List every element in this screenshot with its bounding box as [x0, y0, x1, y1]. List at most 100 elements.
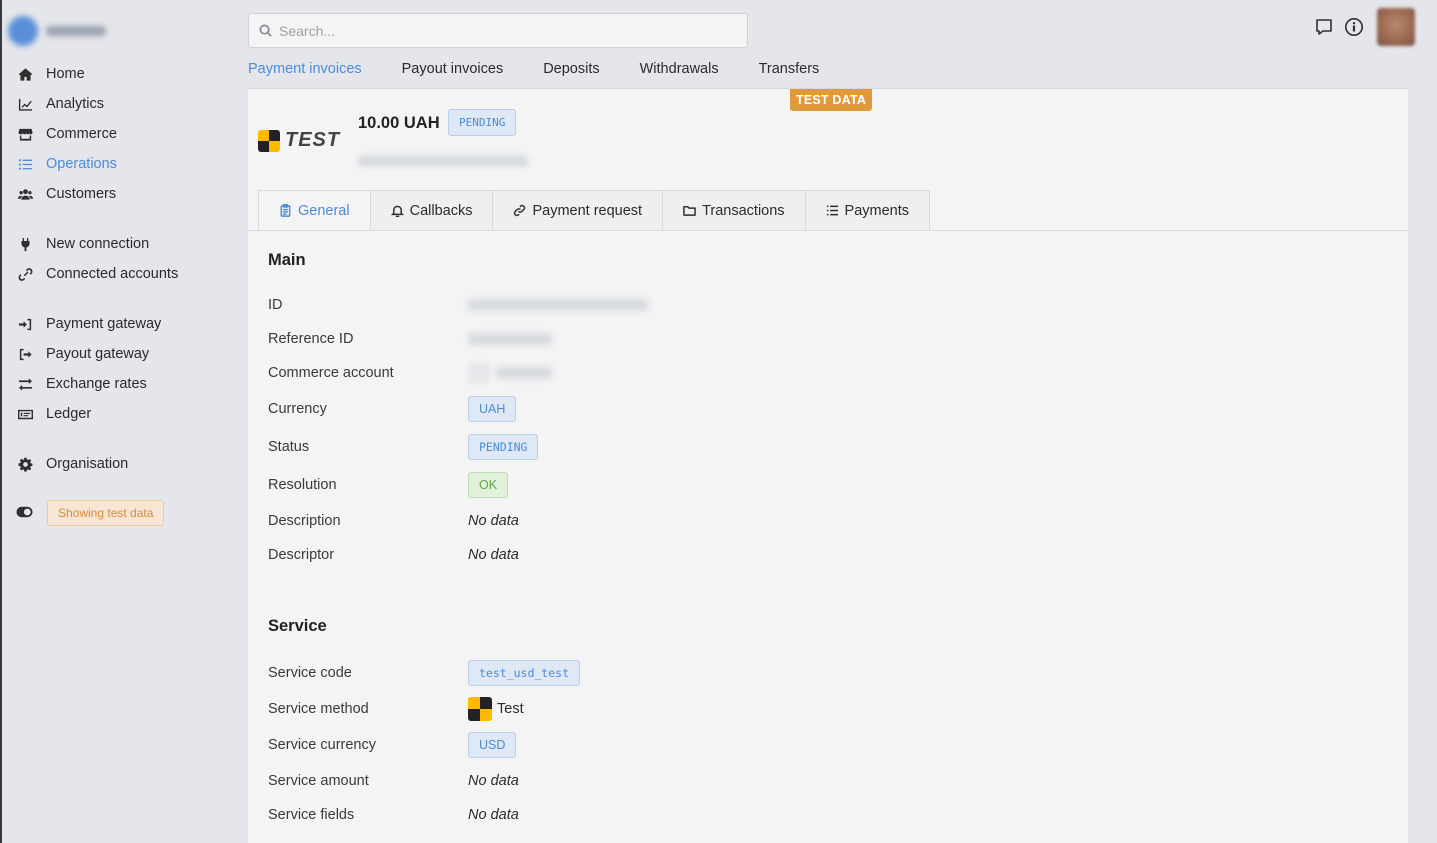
field-row-reference-id: Reference ID: [268, 324, 968, 354]
list-icon: [826, 205, 838, 216]
sidebar-item-exchange-rates[interactable]: Exchange rates: [16, 373, 147, 395]
field-value-description: No data: [468, 513, 519, 529]
tab-label: Transactions: [702, 202, 785, 219]
field-label: ID: [268, 297, 283, 313]
sidebar-item-home[interactable]: Home: [16, 63, 85, 85]
operations-tabs: Payment invoices Payout invoices Deposit…: [248, 56, 859, 90]
field-label: Resolution: [268, 477, 337, 493]
service-method-logo: [468, 697, 492, 721]
field-row-status: Status PENDING: [268, 432, 968, 462]
tab-label: Payment request: [532, 202, 643, 219]
sidebar-item-commerce[interactable]: Commerce: [16, 123, 117, 145]
tab-transfers[interactable]: Transfers: [759, 56, 820, 90]
field-label: Service method: [268, 701, 369, 717]
bell-icon: [390, 205, 404, 217]
tab-deposits[interactable]: Deposits: [543, 56, 599, 90]
field-value-descriptor: No data: [468, 547, 519, 563]
section-title-service: Service: [268, 617, 327, 635]
tab-general[interactable]: General: [258, 190, 371, 231]
test-data-toggle[interactable]: Showing test data: [16, 500, 165, 526]
sidebar-item-label: Ledger: [46, 406, 92, 422]
invoice-detail-panel: TEST 10.00 UAH PENDING General Callbacks…: [248, 88, 1408, 843]
sidebar: Home Analytics Commerce Operations Custo…: [0, 0, 240, 843]
sidebar-item-label: Exchange rates: [46, 376, 147, 392]
sidebar-item-connected-accounts[interactable]: Connected accounts: [16, 263, 178, 285]
tab-payment-invoices[interactable]: Payment invoices: [248, 56, 362, 90]
sidebar-item-label: Analytics: [46, 96, 105, 112]
field-label: Service code: [268, 665, 352, 681]
showing-test-data-badge: Showing test data: [47, 500, 165, 526]
sidebar-item-ledger[interactable]: Ledger: [16, 403, 91, 425]
sidebar-item-operations[interactable]: Operations: [16, 153, 117, 175]
test-data-ribbon: TEST DATA: [790, 89, 873, 111]
field-row-service-method: Service method Test: [268, 694, 968, 724]
chart-line-icon: [16, 96, 34, 112]
field-row-description: Description No data: [268, 506, 968, 536]
tab-label: Payments: [844, 202, 910, 219]
link-icon: [514, 204, 526, 217]
currency-tag: UAH: [468, 396, 517, 422]
provider-logo: TEST: [258, 129, 340, 152]
sidebar-item-payment-gateway[interactable]: Payment gateway: [16, 313, 161, 335]
resolution-tag: OK: [468, 472, 509, 498]
field-label: Commerce account: [268, 365, 394, 381]
field-row-resolution: Resolution OK: [268, 470, 968, 500]
feedback-button[interactable]: [1313, 16, 1335, 38]
toggle-icon: [16, 505, 33, 521]
field-label: Status: [268, 439, 310, 455]
tab-callbacks[interactable]: Callbacks: [370, 190, 494, 231]
tab-payout-invoices[interactable]: Payout invoices: [402, 56, 504, 90]
comment-icon: [1316, 19, 1332, 35]
store-icon: [16, 126, 34, 142]
sign-out-icon: [16, 346, 34, 362]
status-badge: PENDING: [448, 109, 517, 136]
sidebar-item-analytics[interactable]: Analytics: [16, 93, 104, 115]
plug-icon: [16, 236, 34, 252]
sidebar-item-label: Home: [46, 66, 85, 82]
list-icon: [16, 156, 34, 172]
status-tag: PENDING: [468, 434, 539, 460]
tab-transactions[interactable]: Transactions: [663, 190, 806, 231]
tab-payments[interactable]: Payments: [805, 190, 931, 231]
field-value-service-method: Test: [468, 697, 524, 721]
exchange-icon: [16, 376, 34, 392]
link-icon: [16, 266, 34, 282]
tab-payment-request[interactable]: Payment request: [493, 190, 664, 231]
provider-logo-mark: [258, 129, 280, 152]
users-icon: [16, 186, 34, 202]
sidebar-item-label: Organisation: [46, 456, 129, 472]
field-label: Service amount: [268, 773, 369, 789]
tab-withdrawals[interactable]: Withdrawals: [640, 56, 719, 90]
service-code-tag: test_usd_test: [468, 660, 581, 686]
section-title-main: Main: [268, 251, 306, 269]
field-label: Service currency: [268, 737, 376, 753]
search-input[interactable]: [279, 22, 719, 39]
tab-label: General: [298, 202, 350, 219]
invoice-amount: 10.00 UAH: [358, 114, 440, 132]
field-row-service-code: Service code test_usd_test: [268, 658, 968, 688]
sidebar-item-new-connection[interactable]: New connection: [16, 233, 149, 255]
field-value-commerce-account[interactable]: [468, 362, 552, 384]
field-row-service-currency: Service currency USD: [268, 730, 968, 760]
sidebar-item-label: Payout gateway: [46, 346, 150, 362]
info-button[interactable]: [1343, 16, 1365, 38]
sidebar-item-organisation[interactable]: Organisation: [16, 453, 128, 475]
detail-tabs: General Callbacks Payment request Transa…: [258, 190, 931, 231]
top-right-actions: [1313, 8, 1415, 46]
sidebar-item-customers[interactable]: Customers: [16, 183, 116, 205]
tabs-divider: [248, 230, 1408, 231]
search-bar[interactable]: [248, 13, 748, 48]
field-value-service-fields: No data: [468, 807, 519, 823]
field-row-service-amount: Service amount No data: [268, 766, 968, 796]
user-avatar[interactable]: [1377, 8, 1415, 46]
field-row-id: ID: [268, 290, 968, 320]
service-method-name: Test: [497, 701, 524, 717]
sidebar-item-payout-gateway[interactable]: Payout gateway: [16, 343, 149, 365]
service-currency-tag: USD: [468, 732, 517, 758]
field-value-id-redacted: [468, 299, 648, 311]
org-switcher[interactable]: [8, 14, 128, 48]
invoice-id-redacted: [358, 155, 528, 167]
sidebar-item-label: Connected accounts: [46, 266, 179, 282]
folder-icon: [683, 206, 696, 216]
org-name: [46, 26, 106, 36]
